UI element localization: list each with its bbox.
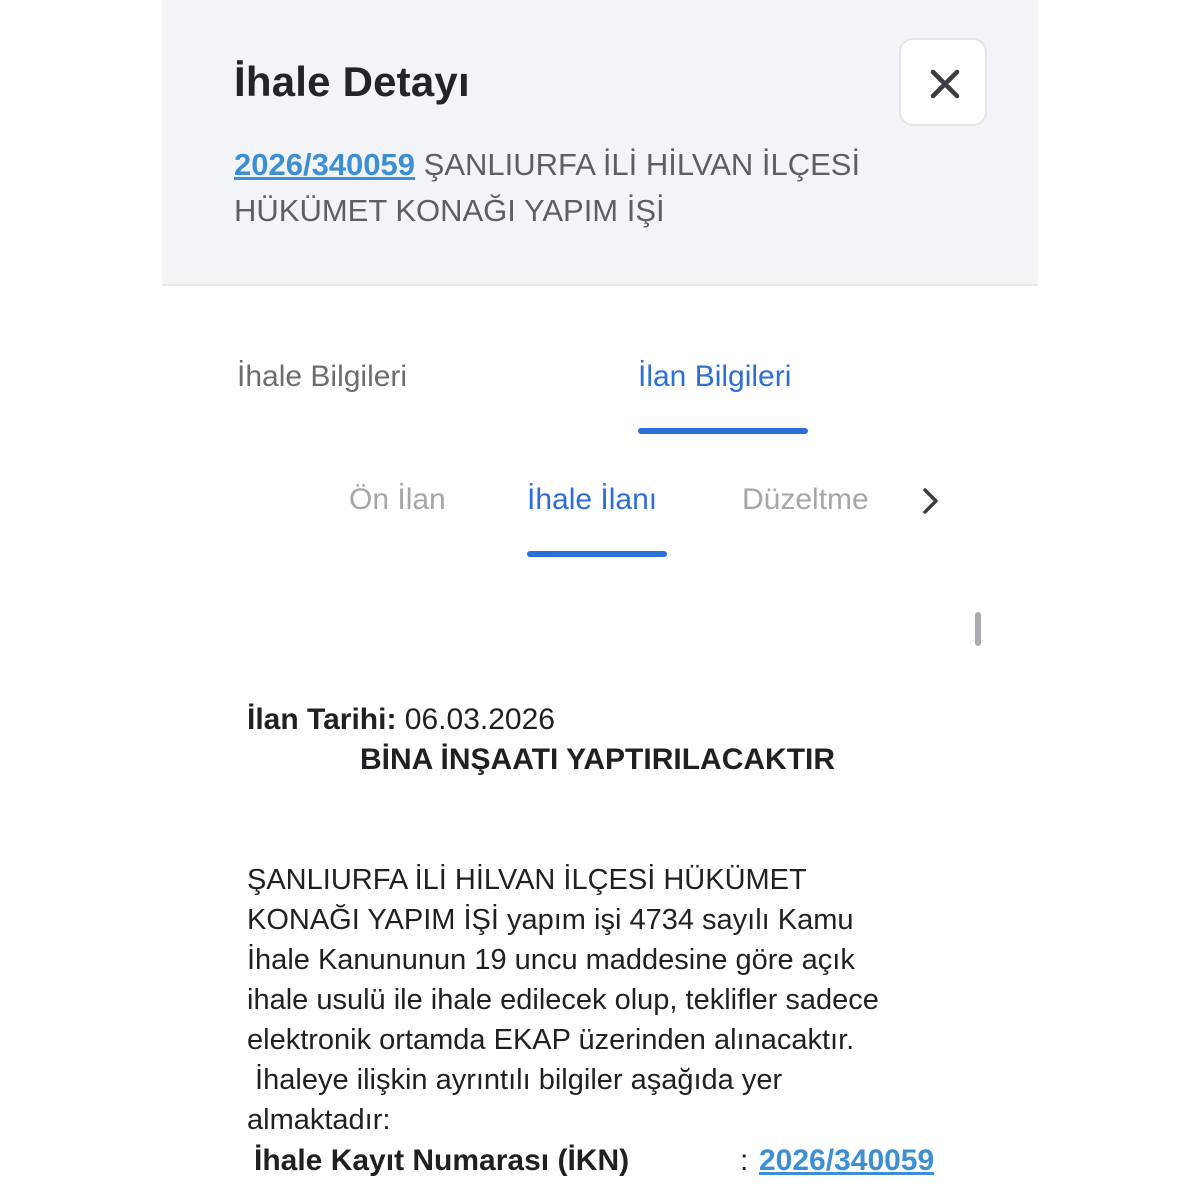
paragraph-line: İhaleye ilişkin ayrıntılı bilgiler aşağı… xyxy=(247,1064,783,1096)
page-title: İhale Detayı xyxy=(234,58,470,105)
tab-ihale-bilgileri[interactable]: İhale Bilgileri xyxy=(237,360,407,394)
ikn-label: İhale Kayıt Numarası (İKN) xyxy=(254,1144,630,1177)
subtab-ihale-ilani[interactable]: İhale İlanı xyxy=(527,483,657,517)
tab-ilan-bilgileri[interactable]: İlan Bilgileri xyxy=(638,360,791,394)
paragraph-line: ŞANLIURFA İLİ HİLVAN İLÇESİ HÜKÜMET xyxy=(247,864,807,896)
subtab-on-ilan[interactable]: Ön İlan xyxy=(349,483,446,517)
date-label: İlan Tarihi: xyxy=(247,703,397,736)
ikn-link[interactable]: 2026/340059 xyxy=(234,147,415,182)
ikn-value-link[interactable]: 2026/340059 xyxy=(759,1144,934,1178)
subtabs-next-button[interactable] xyxy=(917,486,945,521)
panel-header: İhale Detayı 2026/340059 ŞANLIURFA İLİ H… xyxy=(162,0,1038,286)
tender-detail-panel: İhale Detayı 2026/340059 ŞANLIURFA İLİ H… xyxy=(162,0,1038,1200)
subtab-duzeltme[interactable]: Düzeltme xyxy=(742,483,877,517)
paragraph-line: İhale Kanununun 19 uncu maddesine göre a… xyxy=(247,944,855,976)
tender-subject: 2026/340059 ŞANLIURFA İLİ HİLVAN İLÇESİ … xyxy=(234,142,964,234)
announcement-date: İlan Tarihi: 06.03.2026 xyxy=(247,700,967,740)
announcement-paragraph: ŞANLIURFA İLİ HİLVAN İLÇESİ HÜKÜMET KONA… xyxy=(247,860,967,1140)
chevron-right-icon xyxy=(923,488,938,514)
paragraph-line: elektronik ortamda EKAP üzerinden alınac… xyxy=(247,1024,855,1056)
ikn-colon: : xyxy=(740,1144,749,1177)
paragraph-line: KONAĞI YAPIM İŞİ yapım işi 4734 sayılı K… xyxy=(247,904,854,936)
active-tab-indicator xyxy=(638,428,808,434)
close-icon xyxy=(930,69,960,99)
subject-line-2: HÜKÜMET KONAĞI YAPIM İŞİ xyxy=(234,193,665,228)
ikn-row: İhale Kayıt Numarası (İKN) : 2026/340059 xyxy=(254,1144,974,1178)
paragraph-line: almaktadır: xyxy=(247,1104,391,1136)
close-button[interactable] xyxy=(899,38,987,126)
scrollbar-thumb[interactable] xyxy=(975,612,981,646)
paragraph-line: ihale usulü ile ihale edilecek olup, tek… xyxy=(247,984,879,1016)
announcement-document: İlan Tarihi: 06.03.2026 BİNA İNŞAATI YAP… xyxy=(247,700,967,1140)
announcement-heading: BİNA İNŞAATI YAPTIRILACAKTIR xyxy=(360,743,836,776)
subject-line-1: ŞANLIURFA İLİ HİLVAN İLÇESİ xyxy=(415,147,861,182)
date-value: 06.03.2026 xyxy=(396,703,555,736)
active-subtab-indicator xyxy=(527,551,667,557)
